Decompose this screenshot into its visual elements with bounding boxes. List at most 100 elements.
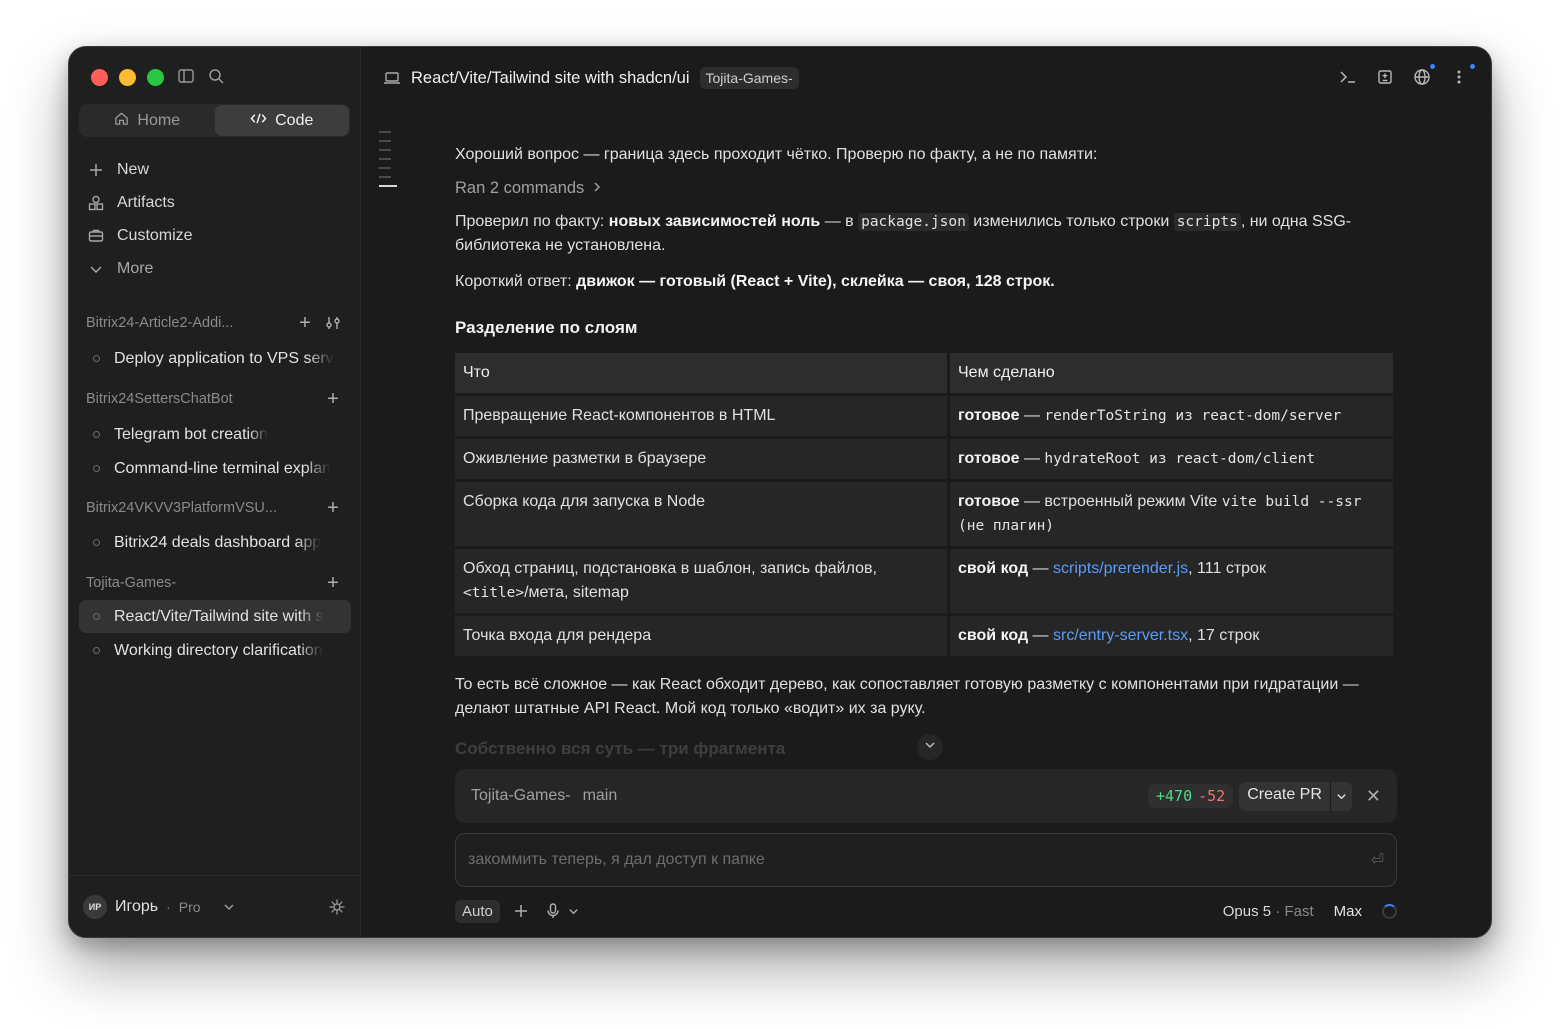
- code-text: hydrateRoot из react-dom/client: [1044, 451, 1316, 467]
- project-name: Bitrix24VKVV3PlatformVSU...: [86, 500, 277, 516]
- sidebar-item-more[interactable]: More: [87, 252, 347, 285]
- branch-name[interactable]: main: [583, 787, 1148, 805]
- message-input[interactable]: закоммить теперь, я дал доступ к папке ⏎: [455, 833, 1397, 887]
- laptop-icon: [383, 70, 401, 86]
- add-session-icon[interactable]: +: [323, 498, 343, 518]
- git-status-bar: Tojita-Games- main +470 -52 Create PR ✕: [455, 769, 1397, 823]
- chevron-down-icon: [87, 260, 105, 278]
- settings-sparkle-icon[interactable]: [328, 898, 346, 916]
- text: , 111 строк: [1188, 560, 1266, 577]
- sidebar-item-artifacts[interactable]: Artifacts: [87, 186, 347, 219]
- main-panel: React/Vite/Tailwind site with shadcn/ui …: [361, 47, 1491, 937]
- user-name[interactable]: Игорь: [115, 898, 158, 916]
- column-header: Чем сделано: [950, 353, 1393, 393]
- text: Короткий ответ:: [455, 273, 577, 290]
- session-title: Deploy application to VPS serv: [114, 349, 334, 367]
- globe-icon[interactable]: [1412, 64, 1435, 87]
- text: —: [1028, 560, 1053, 577]
- more-vertical-icon[interactable]: [1449, 64, 1475, 87]
- project-group: Bitrix24SettersChatBot + Telegram bot cr…: [79, 384, 351, 485]
- table-cell: готовое — встроенный режим Vite vite bui…: [950, 482, 1393, 546]
- project-header[interactable]: Tojita-Games- +: [79, 568, 351, 598]
- add-session-icon[interactable]: +: [295, 313, 315, 333]
- session-status-icon: [93, 539, 100, 546]
- file-link[interactable]: scripts/prerender.js: [1053, 560, 1188, 577]
- code-icon: [250, 111, 267, 131]
- table-cell: Сборка кода для запуска в Node: [455, 482, 947, 546]
- microphone-icon[interactable]: [546, 903, 560, 919]
- sidebar-item-customize[interactable]: Customize: [87, 219, 347, 252]
- create-pr-button[interactable]: Create PR: [1239, 781, 1352, 811]
- table-cell: готовое — renderToString из react-dom/se…: [950, 396, 1393, 436]
- chevron-down-icon[interactable]: [568, 906, 579, 917]
- project-group: Bitrix24VKVV3PlatformVSU... + Bitrix24 d…: [79, 493, 351, 559]
- text: /мета, sitemap: [524, 584, 629, 601]
- chevron-right-icon: [592, 179, 602, 198]
- sidebar-toggle-icon[interactable]: [177, 67, 197, 87]
- bold-text: свой код: [958, 627, 1029, 644]
- close-icon[interactable]: ✕: [1366, 786, 1381, 807]
- project-badge[interactable]: Tojita-Games-: [699, 67, 799, 89]
- bold-text: готовое: [958, 407, 1020, 424]
- diff-stat[interactable]: +470 -52: [1147, 784, 1234, 808]
- maximize-window-button[interactable]: [147, 69, 164, 86]
- avatar[interactable]: ИР: [83, 894, 107, 919]
- text: — в: [820, 213, 859, 230]
- effort-selector[interactable]: Max: [1334, 903, 1362, 920]
- sidebar-item-new[interactable]: New: [87, 153, 347, 186]
- add-session-icon[interactable]: +: [323, 573, 343, 593]
- model-selector[interactable]: Opus 5 · Fast: [1223, 903, 1314, 920]
- project-header[interactable]: Bitrix24SettersChatBot +: [79, 384, 351, 414]
- code-text: vite build --ssr: [1221, 494, 1362, 510]
- session-item-active[interactable]: React/Vite/Tailwind site with s: [79, 600, 351, 633]
- file-link[interactable]: src/entry-server.tsx: [1053, 627, 1188, 644]
- session-item[interactable]: Command-line terminal explan: [79, 452, 351, 485]
- session-item[interactable]: Telegram bot creation: [79, 418, 351, 451]
- table-cell: Обход страниц, подстановка в шаблон, зап…: [455, 549, 947, 613]
- scroll-minimap[interactable]: [379, 131, 399, 194]
- user-plan-separator: ·: [166, 898, 171, 915]
- ran-commands-label: Ran 2 commands: [455, 179, 585, 197]
- page-title: React/Vite/Tailwind site with shadcn/ui: [411, 68, 690, 87]
- project-header[interactable]: Bitrix24VKVV3PlatformVSU... +: [79, 493, 351, 523]
- search-icon[interactable]: [207, 67, 227, 87]
- close-window-button[interactable]: [91, 69, 108, 86]
- add-session-icon[interactable]: +: [323, 389, 343, 409]
- tab-home[interactable]: Home: [80, 105, 215, 136]
- enter-icon[interactable]: ⏎: [1371, 850, 1384, 870]
- text: изменились только строки: [968, 213, 1174, 230]
- column-header: Что: [455, 353, 947, 393]
- scroll-to-bottom-button[interactable]: [917, 734, 943, 760]
- tab-code[interactable]: Code: [214, 105, 349, 136]
- composer-toolbar: Auto Opus 5 · Fast Max: [455, 898, 1397, 924]
- table-cell: Точка входа для рендера: [455, 616, 947, 656]
- terminal-icon[interactable]: [1338, 67, 1358, 87]
- bold-text: новых зависимостей ноль: [608, 213, 821, 230]
- pr-options-chevron-down-icon[interactable]: [1329, 781, 1352, 811]
- session-status-icon: [93, 613, 100, 620]
- table-cell: свой код — scripts/prerender.js, 111 стр…: [950, 549, 1393, 613]
- project-name: Tojita-Games-: [86, 575, 177, 591]
- sidebar-item-label: More: [117, 259, 154, 277]
- inline-code: package.json: [858, 213, 969, 231]
- text: Обход страниц, подстановка в шаблон, зап…: [463, 560, 877, 577]
- session-item[interactable]: Bitrix24 deals dashboard app: [79, 526, 351, 559]
- filter-sliders-icon[interactable]: [323, 313, 343, 333]
- minimize-window-button[interactable]: [119, 69, 136, 86]
- chat-transcript: Хороший вопрос — граница здесь проходит …: [455, 143, 1397, 759]
- project-name: Bitrix24-Article2-Addi...: [86, 315, 234, 331]
- session-item[interactable]: Working directory clarification: [79, 634, 351, 667]
- account-chevron-down-icon[interactable]: [223, 901, 235, 913]
- table-row: Оживление разметки в браузере готовое — …: [455, 439, 1393, 479]
- project-header[interactable]: Bitrix24-Article2-Addi... +: [79, 308, 351, 338]
- header-actions: [1338, 64, 1475, 87]
- shapes-icon: [87, 194, 105, 212]
- mode-selector[interactable]: Auto: [455, 899, 500, 923]
- diff-icon[interactable]: [1375, 67, 1395, 87]
- message-paragraph: Короткий ответ: движок — готовый (React …: [455, 270, 1397, 294]
- ran-commands-toggle[interactable]: Ran 2 commands: [455, 179, 1397, 198]
- session-item[interactable]: Deploy application to VPS serv: [79, 342, 351, 375]
- add-attachment-icon[interactable]: [514, 904, 528, 918]
- session-status-icon: [93, 431, 100, 438]
- tab-home-label: Home: [137, 111, 181, 129]
